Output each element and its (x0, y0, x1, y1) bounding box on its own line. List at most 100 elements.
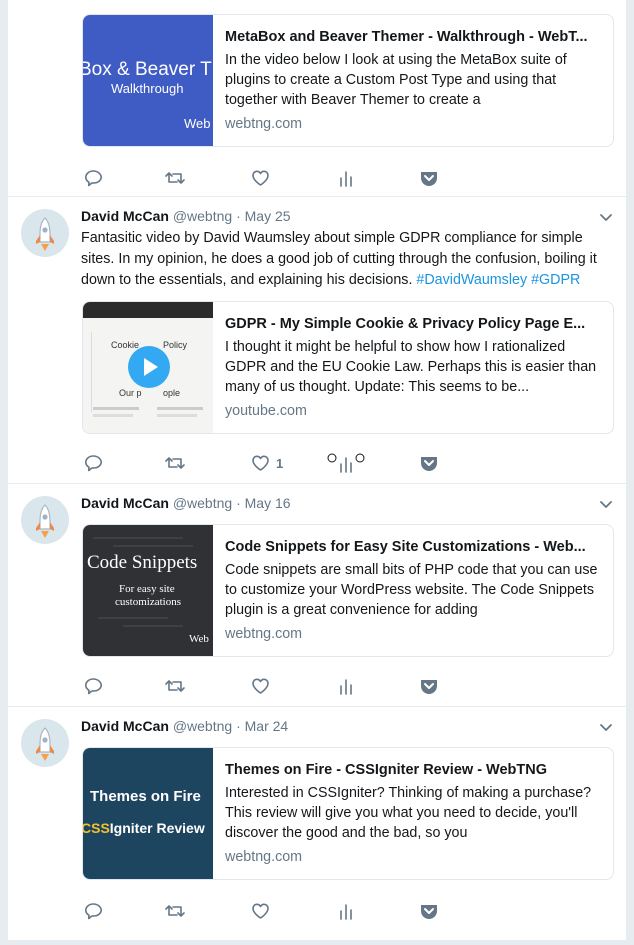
thumbnail-text: Themes on Fire (90, 788, 201, 805)
link-card[interactable]: Code Snippets For easy site customizatio… (82, 524, 614, 657)
card-description: I thought it might be helpful to show ho… (225, 339, 597, 395)
card-title: Code Snippets for Easy Site Customizatio… (225, 539, 586, 555)
author-handle[interactable]: @webtng (173, 495, 232, 511)
card-description: Code snippets are small bits of PHP code… (225, 562, 598, 618)
hashtag[interactable]: #GDPR (531, 272, 580, 288)
like-button[interactable] (251, 901, 270, 921)
reply-icon (85, 678, 102, 695)
pocket-button[interactable] (419, 453, 439, 473)
rocket-icon (36, 217, 54, 251)
author-name[interactable]: David McCan (81, 495, 169, 511)
card-body: Code Snippets for Easy Site Customizatio… (225, 537, 603, 642)
more-options-button[interactable] (598, 209, 614, 225)
play-button[interactable] (128, 346, 170, 388)
link-card[interactable]: Themes on Fire CSSIgniter Review Themes … (82, 747, 614, 880)
tweet-actions: 1 (81, 453, 501, 473)
pocket-button[interactable] (419, 901, 439, 921)
reply-button[interactable] (84, 676, 103, 696)
thumbnail-text: customizations (115, 596, 181, 608)
author-name[interactable]: David McCan (81, 718, 169, 734)
reply-button[interactable] (84, 453, 103, 473)
avatar[interactable] (21, 209, 69, 257)
retweet-icon (165, 172, 185, 184)
tweet[interactable]: Box & Beaver Th Walkthrough Web MetaBox … (8, 0, 626, 197)
analytics-button[interactable] (338, 676, 354, 696)
avatar[interactable] (21, 496, 69, 544)
link-card[interactable]: Box & Beaver Th Walkthrough Web MetaBox … (82, 14, 614, 147)
analytics-icon (340, 171, 352, 187)
thumbnail-text: Box & Beaver Th (83, 59, 213, 80)
analytics-button[interactable] (326, 453, 366, 473)
thumbnail-text: Walkthrough (111, 81, 184, 96)
link-card[interactable]: Cookie Policy Our p ople GDPR - My Simpl… (82, 301, 614, 434)
card-thumbnail: Cookie Policy Our p ople (83, 302, 213, 433)
retweet-button[interactable] (164, 168, 186, 188)
retweet-button[interactable] (164, 901, 186, 921)
reply-button[interactable] (84, 168, 103, 188)
card-domain: webtng.com (225, 849, 303, 865)
retweet-button[interactable] (164, 453, 186, 473)
analytics-icon (340, 904, 352, 920)
tweet[interactable]: David McCan @webtng · May 25 Fantasitic … (8, 197, 626, 484)
chevron-down-icon (600, 501, 612, 508)
author-handle[interactable]: @webtng (173, 208, 232, 224)
card-body: GDPR - My Simple Cookie & Privacy Policy… (225, 314, 603, 419)
like-button[interactable] (251, 168, 270, 188)
reply-button[interactable] (84, 901, 103, 921)
like-button[interactable]: 1 (251, 453, 283, 473)
analytics-button[interactable] (338, 168, 354, 188)
tweet[interactable]: David McCan @webtng · Mar 24 Themes on F… (8, 707, 626, 940)
analytics-button[interactable] (338, 901, 354, 921)
thumbnail-text: CSSIgniter Review (83, 820, 205, 836)
separator: · (236, 208, 241, 224)
retweet-button[interactable] (164, 676, 186, 696)
card-description: In the video below I look at using the M… (225, 52, 567, 108)
thumbnail-text: For easy site (119, 583, 175, 595)
card-title: Themes on Fire - CSSIgniter Review - Web… (225, 762, 548, 778)
pocket-icon (421, 457, 437, 471)
tweet-header: David McCan @webtng · Mar 24 (81, 718, 288, 734)
like-button[interactable] (251, 676, 270, 696)
thumbnail-text: Web (184, 116, 211, 131)
like-count: 1 (276, 455, 284, 471)
tweet-text: Fantasitic video by David Waumsley about… (81, 228, 611, 291)
thumbnail-text-accent: CSS (83, 820, 110, 836)
pocket-icon (421, 172, 437, 186)
heart-icon (252, 170, 269, 186)
hashtag[interactable]: #DavidWaumsley (416, 272, 527, 288)
card-domain: webtng.com (225, 116, 303, 132)
avatar[interactable] (21, 719, 69, 767)
tweet-date[interactable]: May 16 (245, 495, 291, 511)
tweet[interactable]: David McCan @webtng · May 16 Code Snippe… (8, 484, 626, 707)
author-name[interactable]: David McCan (81, 208, 169, 224)
more-options-button[interactable] (598, 719, 614, 735)
card-thumbnail: Box & Beaver Th Walkthrough Web (83, 15, 213, 146)
card-description: Interested in CSSIgniter? Thinking of ma… (225, 785, 592, 841)
pocket-button[interactable] (419, 168, 439, 188)
heart-icon (252, 678, 269, 694)
tweet-header: David McCan @webtng · May 16 (81, 495, 291, 511)
tweet-actions (81, 168, 501, 188)
reply-icon (85, 903, 102, 920)
card-thumbnail: Code Snippets For easy site customizatio… (83, 525, 213, 656)
tweet-date[interactable]: Mar 24 (245, 718, 289, 734)
retweet-icon (165, 905, 185, 917)
tweet-actions (81, 901, 501, 921)
thumbnail-text: Web (189, 633, 209, 645)
card-body: MetaBox and Beaver Themer - Walkthrough … (225, 27, 603, 132)
play-icon (144, 358, 158, 376)
thumbnail-text: Our p (119, 388, 142, 398)
more-options-button[interactable] (598, 496, 614, 512)
retweet-icon (165, 680, 185, 692)
reply-icon (85, 170, 102, 187)
tweet-date[interactable]: May 25 (245, 208, 291, 224)
analytics-icon (327, 453, 365, 473)
tweet-header: David McCan @webtng · May 25 (81, 208, 291, 224)
card-domain: webtng.com (225, 626, 303, 642)
rocket-icon (36, 727, 54, 761)
retweet-icon (165, 457, 185, 469)
card-title: GDPR - My Simple Cookie & Privacy Policy… (225, 316, 586, 332)
pocket-button[interactable] (419, 676, 439, 696)
heart-icon (252, 903, 269, 919)
author-handle[interactable]: @webtng (173, 718, 232, 734)
